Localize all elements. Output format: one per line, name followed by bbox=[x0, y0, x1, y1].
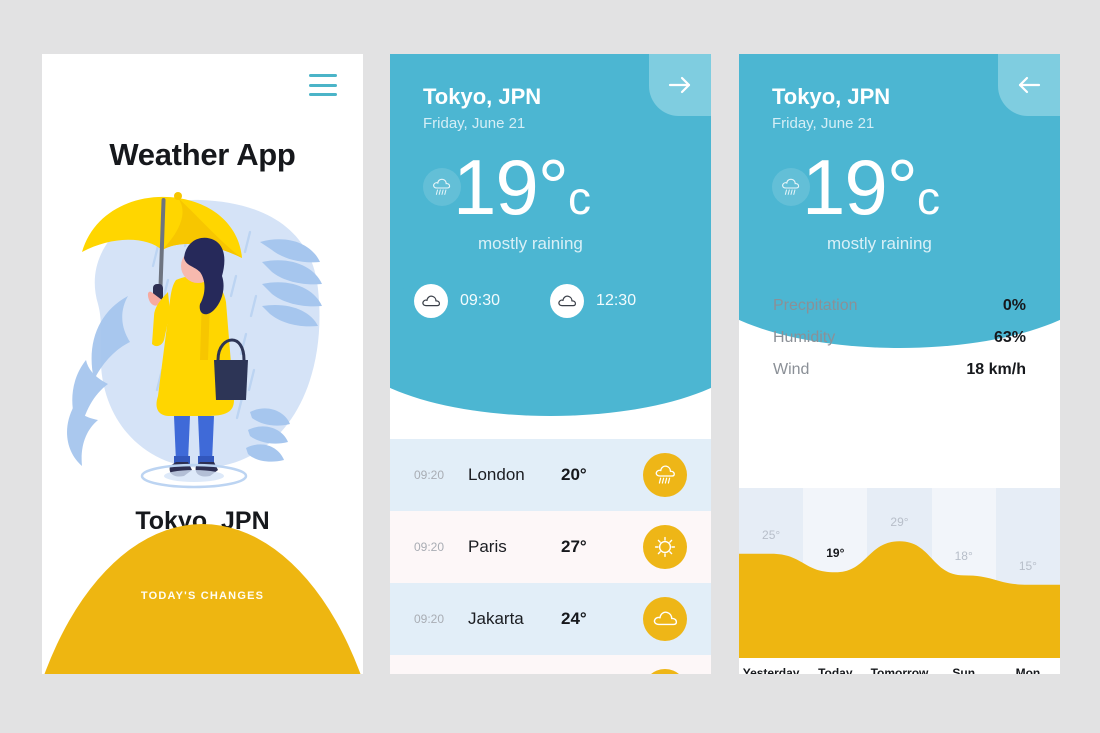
chart-point-label: 18° bbox=[954, 549, 973, 564]
chart-area-path bbox=[739, 541, 1060, 658]
arrow-right-glyph bbox=[668, 76, 691, 94]
metric-value: 18 km/h bbox=[966, 361, 1026, 378]
day-name: Yesterday bbox=[742, 666, 800, 674]
rain-cloud-glyph bbox=[655, 465, 675, 484]
metric-value: 0% bbox=[1002, 297, 1026, 314]
app-title: Weather App bbox=[109, 137, 296, 172]
weather-metrics-list: Precpitation 0% Humidity 63% Wind 18 km/… bbox=[739, 297, 1060, 393]
table-row[interactable]: 09:20 Roma 17° bbox=[390, 655, 711, 674]
sun-icon bbox=[643, 525, 687, 569]
hourly-chip[interactable]: 12:30 bbox=[550, 284, 636, 318]
todays-changes-label: TODAY'S CHANGES bbox=[140, 590, 265, 602]
current-temperature-unit: c bbox=[567, 172, 591, 224]
hourly-time: 12:30 bbox=[596, 292, 637, 309]
day-column[interactable]: Sun 236 bbox=[932, 666, 996, 674]
metric-row: Precpitation 0% bbox=[773, 297, 1026, 329]
rain-cloud-icon bbox=[643, 453, 687, 497]
row-time: 09:20 bbox=[413, 612, 445, 626]
cloud-glyph bbox=[422, 295, 441, 307]
arrow-right-icon[interactable] bbox=[649, 54, 711, 116]
arrow-left-icon[interactable] bbox=[998, 54, 1060, 116]
table-row[interactable]: 09:20 Paris 27° bbox=[390, 511, 711, 583]
sun-glyph bbox=[654, 536, 676, 558]
chart-point-label: 25° bbox=[762, 527, 781, 542]
row-city-name: London bbox=[468, 465, 525, 484]
current-city-date: Friday, June 21 bbox=[423, 115, 526, 132]
day-name: Mon bbox=[1015, 666, 1041, 674]
metric-label: Precpitation bbox=[773, 297, 858, 314]
hero-illustration bbox=[67, 192, 322, 489]
arrow-left-glyph bbox=[1018, 76, 1041, 94]
day-name: Today bbox=[818, 666, 853, 674]
table-row[interactable]: 09:20 Jakarta 24° bbox=[390, 583, 711, 655]
details-temperature-block: 19°c bbox=[772, 143, 940, 231]
metric-label: Humidity bbox=[773, 329, 836, 346]
hourly-forecast-chips: 09:30 12:30 bbox=[414, 284, 636, 318]
metric-row: Wind 18 km/h bbox=[773, 361, 1026, 393]
metric-row: Humidity 63% bbox=[773, 329, 1026, 361]
city-forecast-list: 09:20 London 20° 09:20 Paris 27° 09:20 J… bbox=[390, 439, 711, 674]
forecast-day-labels: Yesterday 20/6 Today 21/6 Tomorrow 22/6 … bbox=[739, 666, 1060, 674]
rain-cloud-glyph bbox=[433, 178, 451, 195]
rain-cloud-glyph bbox=[782, 178, 800, 195]
details-city-name: Tokyo, JPN bbox=[772, 84, 891, 109]
cloud-glyph bbox=[558, 295, 577, 307]
hamburger-icon[interactable] bbox=[309, 74, 337, 96]
cloud-glyph bbox=[653, 611, 678, 626]
hourly-chip[interactable]: 09:30 bbox=[414, 284, 500, 318]
table-row[interactable]: 09:20 London 20° bbox=[390, 439, 711, 511]
chart-point-label: 29° bbox=[890, 515, 909, 530]
cloud-icon bbox=[643, 597, 687, 641]
hamburger-line bbox=[309, 83, 337, 87]
row-temperature: 27° bbox=[561, 537, 587, 556]
rain-cloud-icon bbox=[643, 669, 687, 674]
panel-intro-screen: Weather App Tokyo, JPN TODAY'S CHANGES bbox=[42, 54, 363, 674]
chart-point-label: 15° bbox=[1018, 558, 1037, 573]
details-city-date: Friday, June 21 bbox=[772, 115, 875, 132]
hourly-time: 09:30 bbox=[460, 292, 501, 309]
day-name: Tomorrow bbox=[870, 666, 929, 674]
panel-details-screen: Tokyo, JPN Friday, June 21 19°c mostly r… bbox=[739, 54, 1060, 674]
chart-point-label-today: 19° bbox=[826, 546, 845, 561]
hamburger-line bbox=[309, 93, 337, 96]
day-column[interactable]: Yesterday 20/6 bbox=[739, 666, 803, 674]
day-column[interactable]: Today 21/6 bbox=[803, 666, 867, 674]
app-mockup-canvas: Weather App Tokyo, JPN TODAY'S CHANGES T… bbox=[0, 0, 1100, 733]
row-temperature: 20° bbox=[561, 465, 587, 484]
hamburger-line bbox=[309, 74, 337, 77]
metric-value: 63% bbox=[993, 329, 1026, 346]
day-column[interactable]: Tomorrow 22/6 bbox=[867, 666, 931, 674]
day-name: Sun bbox=[952, 666, 976, 674]
details-temperature-unit: c bbox=[916, 172, 940, 224]
row-temperature: 24° bbox=[561, 609, 587, 628]
panel-current-weather-screen: Tokyo, JPN Friday, June 21 19°c mostly r… bbox=[390, 54, 711, 674]
cloud-icon bbox=[414, 284, 448, 318]
row-time: 09:20 bbox=[413, 540, 445, 554]
current-city-name: Tokyo, JPN bbox=[423, 84, 542, 109]
details-condition-text: mostly raining bbox=[827, 234, 932, 253]
current-temperature-value: 19°c bbox=[453, 143, 591, 231]
row-time: 09:20 bbox=[413, 468, 445, 482]
cloud-icon bbox=[550, 284, 585, 318]
row-city-name: Paris bbox=[468, 537, 507, 556]
temperature-area-chart: 25° 19° 29° 18° 15° bbox=[739, 488, 1060, 658]
details-temperature-value: 19°c bbox=[802, 143, 940, 231]
current-condition-text: mostly raining bbox=[478, 234, 583, 253]
current-temperature-block: 19°c bbox=[423, 143, 591, 231]
row-city-name: Jakarta bbox=[468, 609, 524, 628]
day-column[interactable]: Mon 24/6 bbox=[996, 666, 1060, 674]
metric-label: Wind bbox=[773, 361, 810, 378]
